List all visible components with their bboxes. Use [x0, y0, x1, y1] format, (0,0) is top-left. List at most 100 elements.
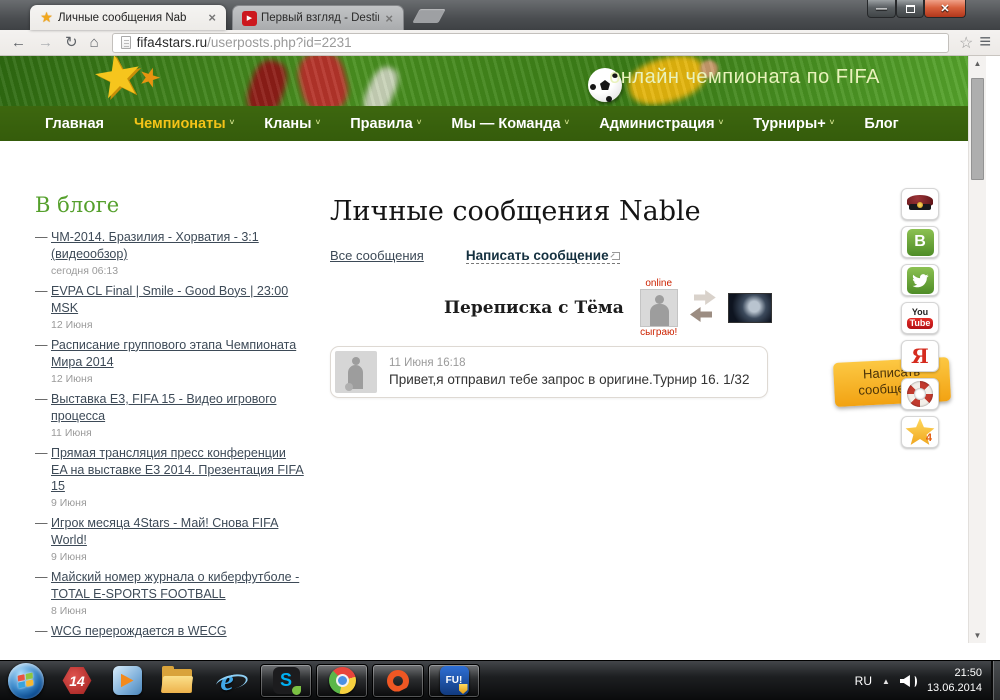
list-dash: — [35, 569, 48, 586]
skype-leaf [292, 686, 301, 695]
blog-list-item: — Расписание группового этапа Чемпионата… [35, 337, 305, 386]
vertical-scroll-thumb[interactable] [971, 78, 984, 180]
new-tab-button[interactable] [412, 9, 445, 23]
blog-list: — ЧМ-2014. Бразилия - Хорватия - 3:1 (ви… [35, 229, 305, 643]
explorer-icon[interactable] [160, 664, 194, 698]
blog-post-link[interactable]: WCG перерождается в WECG [51, 624, 227, 638]
origin-taskbar-button[interactable] [372, 664, 424, 698]
blog-post-date: 8 Июня [51, 604, 305, 618]
page-viewport: ★ ★ онлайн чемпионата по FIFA Главная˅ Ч… [0, 56, 1000, 643]
scroll-down-icon[interactable]: ▼ [969, 631, 986, 640]
close-button[interactable]: ✕ [924, 0, 966, 18]
social-dock: В YouTube Я 4 [901, 188, 939, 448]
forward-button[interactable]: → [35, 35, 56, 50]
internet-explorer-icon[interactable]: e [210, 664, 244, 698]
back-button[interactable]: ← [8, 35, 29, 50]
skype-taskbar-button[interactable]: S [260, 664, 312, 698]
nav-item[interactable]: Чемпионаты˅ [134, 116, 234, 132]
4stars-star-icon[interactable]: 4 [901, 416, 939, 448]
nav-item[interactable]: Мы — Команда˅ [451, 116, 569, 132]
blog-post-date: 9 Июня [51, 550, 305, 564]
list-dash: — [35, 337, 48, 354]
message-body: 11 Июня 16:18 Привет,я отправил тебе зап… [389, 357, 749, 387]
military-cap-icon[interactable] [901, 188, 939, 220]
messages-main: Личные сообщения Nable Все сообщения Нап… [330, 196, 772, 398]
chrome-taskbar-button[interactable] [316, 664, 368, 698]
banner-player-shape [359, 63, 403, 106]
blog-post-link[interactable]: Прямая трансляция пресс конференции EA н… [51, 446, 304, 494]
nav-item[interactable]: Турниры+˅ [753, 116, 834, 132]
blog-list-item: — Прямая трансляция пресс конференции EA… [35, 445, 305, 511]
language-indicator[interactable]: RU [855, 674, 872, 688]
clock[interactable]: 21:5013.06.2014 [927, 666, 982, 696]
minimize-button[interactable]: — [867, 0, 896, 18]
bookmark-star-icon[interactable]: ☆ [959, 33, 973, 53]
blog-sidebar-title: В блоге [35, 193, 305, 217]
fifa14-icon[interactable]: 14 [60, 664, 94, 698]
address-bar[interactable]: fifa4stars.ru/userposts.php?id=2231 [112, 33, 949, 53]
lifebuoy-help-icon[interactable] [901, 378, 939, 410]
media-player-icon[interactable] [110, 664, 144, 698]
message-links-row: Все сообщения Написать сообщение [330, 248, 772, 264]
nav-item[interactable]: Правила˅ [350, 116, 421, 132]
blog-post-link[interactable]: Игрок месяца 4Stars - Май! Снова FIFA Wo… [51, 516, 278, 547]
conversation-title: Переписка с Тёма [444, 298, 624, 318]
own-avatar[interactable] [728, 293, 772, 323]
blog-post-link[interactable]: EVPA CL Final | Smile - Good Boys | 23:0… [51, 284, 288, 315]
url-text: fifa4stars.ru/userposts.php?id=2231 [137, 35, 352, 50]
chevron-down-icon: ˅ [230, 118, 235, 127]
twitter-icon[interactable] [901, 264, 939, 296]
tab-close-icon[interactable]: × [383, 11, 395, 26]
blog-post-link[interactable]: Выставка E3, FIFA 15 - Видео игрового пр… [51, 392, 276, 423]
chevron-down-icon: ˅ [830, 118, 835, 127]
taskbar: 14 e S FU! RU ▲ 21:5013.06.2014 [0, 660, 1000, 700]
blog-post-date: 12 Июня [51, 372, 305, 386]
tab-title: Личные сообщения Nab [58, 12, 202, 24]
start-button[interactable] [8, 663, 44, 699]
nav-item[interactable]: Администрация˅ [599, 116, 723, 132]
scroll-up-icon[interactable]: ▲ [969, 59, 986, 68]
tab-messages[interactable]: ★ Личные сообщения Nab × [30, 5, 226, 30]
nav-item-label: Блог [864, 116, 898, 132]
blog-post-link[interactable]: ЧМ-2014. Бразилия - Хорватия - 3:1 (виде… [51, 230, 259, 261]
chevron-down-icon: ˅ [565, 118, 570, 127]
external-link-icon [612, 252, 620, 260]
play-invite-label[interactable]: сыграю! [640, 327, 677, 338]
vertical-scrollbar[interactable]: ▲ ▼ [968, 56, 986, 643]
nav-item[interactable]: Кланы˅ [264, 116, 320, 132]
conversation-header: Переписка с Тёма online сыграю! [444, 278, 772, 338]
screen: ★ Личные сообщения Nab × ▶ Первый взгляд… [0, 0, 1000, 700]
write-message-link[interactable]: Написать сообщение [466, 248, 620, 264]
chrome-icon [329, 667, 356, 694]
message-date: 11 Июня 16:18 [389, 357, 749, 369]
message-sender-avatar[interactable] [335, 351, 377, 393]
chevron-down-icon: ˅ [316, 118, 321, 127]
fut-taskbar-button[interactable]: FU! [428, 664, 480, 698]
volume-icon[interactable] [900, 675, 917, 687]
window-controls: — ✕ [867, 0, 966, 18]
maximize-button[interactable] [896, 0, 924, 18]
browser-titlebar: ★ Личные сообщения Nab × ▶ Первый взгляд… [0, 0, 1000, 30]
reload-button[interactable]: ↻ [62, 35, 81, 50]
blog-post-link[interactable]: Майский номер журнала о киберфутболе - T… [51, 570, 299, 601]
tab-close-icon[interactable]: × [206, 10, 218, 25]
blog-list-item: — Майский номер журнала о киберфутболе -… [35, 569, 305, 618]
blog-list-item: — Игрок месяца 4Stars - Май! Снова FIFA … [35, 515, 305, 564]
tray-date: 13.06.2014 [927, 682, 982, 694]
yandex-icon[interactable]: Я [901, 340, 939, 372]
menu-icon[interactable]: ≡ [979, 31, 990, 54]
nav-item[interactable]: Блог˅ [864, 116, 898, 132]
nav-item[interactable]: Главная˅ [45, 116, 104, 132]
youtube-icon[interactable]: YouTube [901, 302, 939, 334]
blog-post-link[interactable]: Расписание группового этапа Чемпионата М… [51, 338, 296, 369]
vk-icon[interactable]: В [901, 226, 939, 258]
blog-post-date: сегодня 06:13 [51, 264, 305, 278]
all-messages-link[interactable]: Все сообщения [330, 248, 424, 263]
tray-expand-icon[interactable]: ▲ [882, 677, 890, 686]
arrow-left-icon [690, 307, 712, 322]
tab-destiny[interactable]: ▶ Первый взгляд - Destiny × [232, 5, 404, 30]
show-desktop-button[interactable] [991, 661, 1000, 700]
avatar-silhouette [655, 295, 664, 304]
home-button[interactable]: ⌂ [87, 35, 102, 50]
opponent-avatar[interactable] [640, 289, 678, 327]
